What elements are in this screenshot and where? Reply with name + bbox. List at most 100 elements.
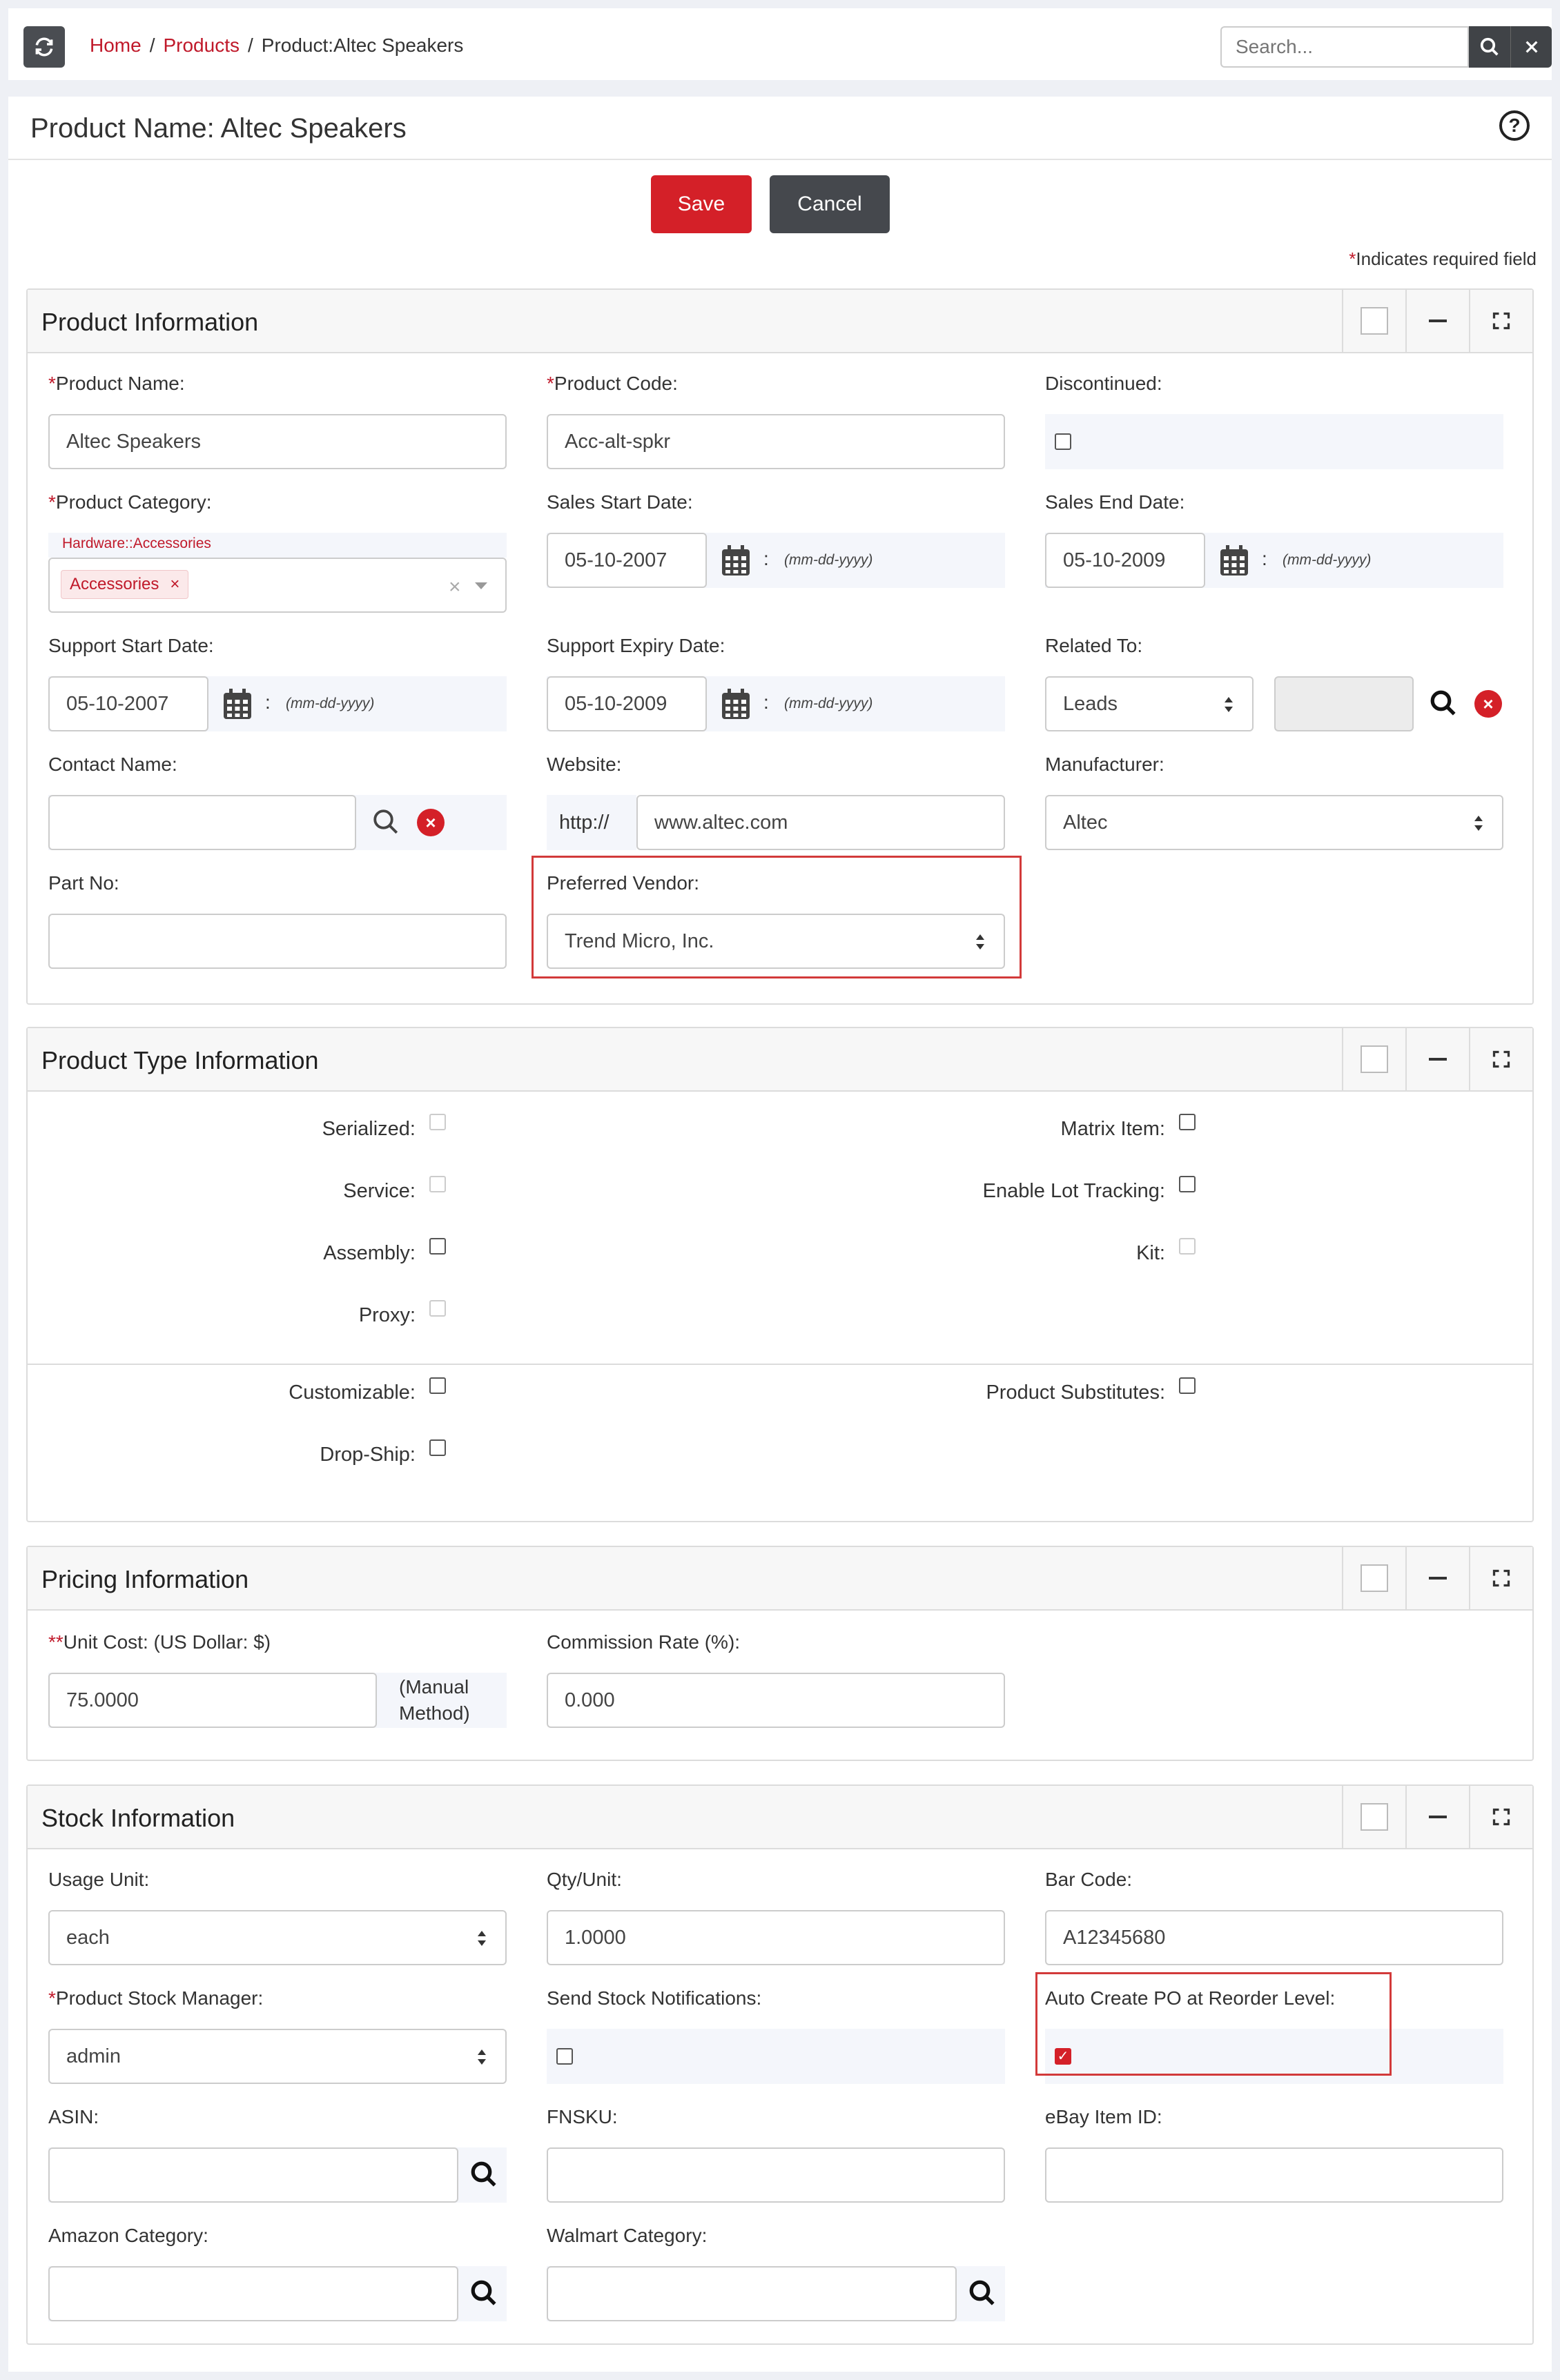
remove-icon[interactable]: × [417,809,445,836]
part-no-label: Part No: [48,872,119,894]
related-to-lookup-input[interactable] [1274,676,1414,731]
panel-select-toggle[interactable] [1342,1786,1405,1848]
cancel-button[interactable]: Cancel [770,175,890,233]
search-icon[interactable] [469,2279,498,2308]
clear-selection-icon[interactable]: × [449,576,461,599]
stock-manager-value: admin [66,2045,121,2067]
collapse-panel-button[interactable] [1405,1028,1469,1090]
calendar-icon[interactable] [721,545,751,577]
matrix-item-checkbox[interactable] [1179,1114,1196,1130]
walmart-category-input[interactable] [547,2266,957,2321]
calendar-icon[interactable] [1219,545,1249,577]
discontinued-field [1045,414,1503,469]
part-no-input[interactable] [48,914,507,969]
substitutes-checkbox[interactable] [1179,1377,1196,1394]
serialized-checkbox[interactable] [429,1114,446,1130]
support-start-input[interactable]: 05-10-2007 [48,676,208,731]
panel-select-toggle[interactable] [1342,1547,1405,1609]
commission-rate-input[interactable]: 0.000 [547,1673,1005,1728]
product-code-input[interactable]: Acc-alt-spkr [547,414,1005,469]
breadcrumb-home[interactable]: Home [90,35,142,57]
qty-unit-input[interactable]: 1.0000 [547,1910,1005,1965]
panel-select-toggle[interactable] [1342,1028,1405,1090]
ebay-item-input[interactable] [1045,2147,1503,2203]
breadcrumb-separator: / [149,35,155,56]
support-expiry-input[interactable]: 05-10-2009 [547,676,707,731]
preferred-vendor-label: Preferred Vendor: [547,872,700,894]
refresh-button[interactable] [23,26,65,68]
panel-tools [1342,290,1532,352]
sales-start-input[interactable]: 05-10-2007 [547,533,707,588]
panel-header: Stock Information [28,1786,1532,1849]
collapse-panel-button[interactable] [1405,1547,1469,1609]
search-icon[interactable] [469,2160,498,2189]
auto-po-checkbox[interactable]: ✓ [1055,2048,1071,2065]
manufacturer-select[interactable]: Altec [1045,795,1503,850]
asin-input[interactable] [48,2147,458,2203]
help-icon[interactable]: ? [1499,110,1530,141]
usage-unit-label: Usage Unit: [48,1869,150,1890]
proxy-checkbox[interactable] [429,1300,446,1317]
amazon-category-input[interactable] [48,2266,458,2321]
discontinued-checkbox[interactable] [1055,433,1071,450]
stock-panel: Stock Information Usage Unit: each Qty/U… [26,1784,1534,2345]
support-expiry-label: Support Expiry Date: [547,635,725,656]
send-notifications-checkbox[interactable] [556,2048,573,2065]
search-icon[interactable] [968,2279,997,2308]
website-input[interactable]: www.altec.com [636,795,1005,850]
related-to-label: Related To: [1045,635,1143,656]
expand-panel-button[interactable] [1469,290,1532,352]
assembly-label: Assembly: [323,1242,416,1264]
panel-tools [1342,1028,1532,1090]
expand-panel-button[interactable] [1469,1547,1532,1609]
minimize-icon [1429,1816,1447,1818]
required-field-note: *Indicates required field [1349,248,1537,270]
clear-search-button[interactable] [1510,26,1552,68]
panel-title: Product Information [41,308,259,336]
expand-panel-button[interactable] [1469,1028,1532,1090]
send-notifications-field [547,2029,1005,2084]
select-arrows-icon [1474,816,1483,831]
expand-panel-button[interactable] [1469,1786,1532,1848]
search-button[interactable] [1469,26,1510,68]
colon: : [763,548,769,569]
collapse-panel-button[interactable] [1405,290,1469,352]
product-name-input[interactable]: Altec Speakers [48,414,507,469]
bar-code-input[interactable]: A12345680 [1045,1910,1503,1965]
kit-checkbox[interactable] [1179,1238,1196,1255]
main-content: Product Name: Altec Speakers ? Save Canc… [8,97,1552,2372]
service-checkbox[interactable] [429,1176,446,1192]
dropdown-arrow-icon[interactable] [475,582,487,591]
lot-tracking-checkbox[interactable] [1179,1176,1196,1192]
panel-select-toggle[interactable] [1342,290,1405,352]
sales-end-input[interactable]: 05-10-2009 [1045,533,1205,588]
breadcrumb-products[interactable]: Products [163,35,240,57]
usage-unit-select[interactable]: each [48,1910,507,1965]
preferred-vendor-value: Trend Micro, Inc. [565,930,714,952]
search-icon[interactable] [1429,689,1458,718]
search-input[interactable] [1220,26,1469,68]
collapse-panel-button[interactable] [1405,1786,1469,1848]
save-button[interactable]: Save [651,175,752,233]
stock-manager-select[interactable]: admin [48,2029,507,2084]
panel-title: Pricing Information [41,1565,249,1593]
remove-tag-icon[interactable]: × [170,575,179,594]
preferred-vendor-select[interactable]: Trend Micro, Inc. [547,914,1005,969]
fullscreen-icon [1492,312,1510,330]
customizable-checkbox[interactable] [429,1377,446,1394]
search-icon[interactable] [371,807,400,836]
unit-cost-input[interactable]: 75.0000 [48,1673,377,1728]
fnsku-label: FNSKU: [547,2106,618,2127]
fnsku-input[interactable] [547,2147,1005,2203]
contact-name-input[interactable] [48,795,356,850]
title-divider [8,159,1552,160]
remove-icon[interactable]: × [1474,690,1502,718]
square-icon [1361,1045,1388,1073]
related-to-select[interactable]: Leads [1045,676,1254,731]
page-title: Product Name: Altec Speakers [30,113,407,144]
square-icon [1361,1564,1388,1592]
drop-ship-checkbox[interactable] [429,1439,446,1456]
calendar-icon[interactable] [222,689,253,720]
calendar-icon[interactable] [721,689,751,720]
assembly-checkbox[interactable] [429,1238,446,1255]
